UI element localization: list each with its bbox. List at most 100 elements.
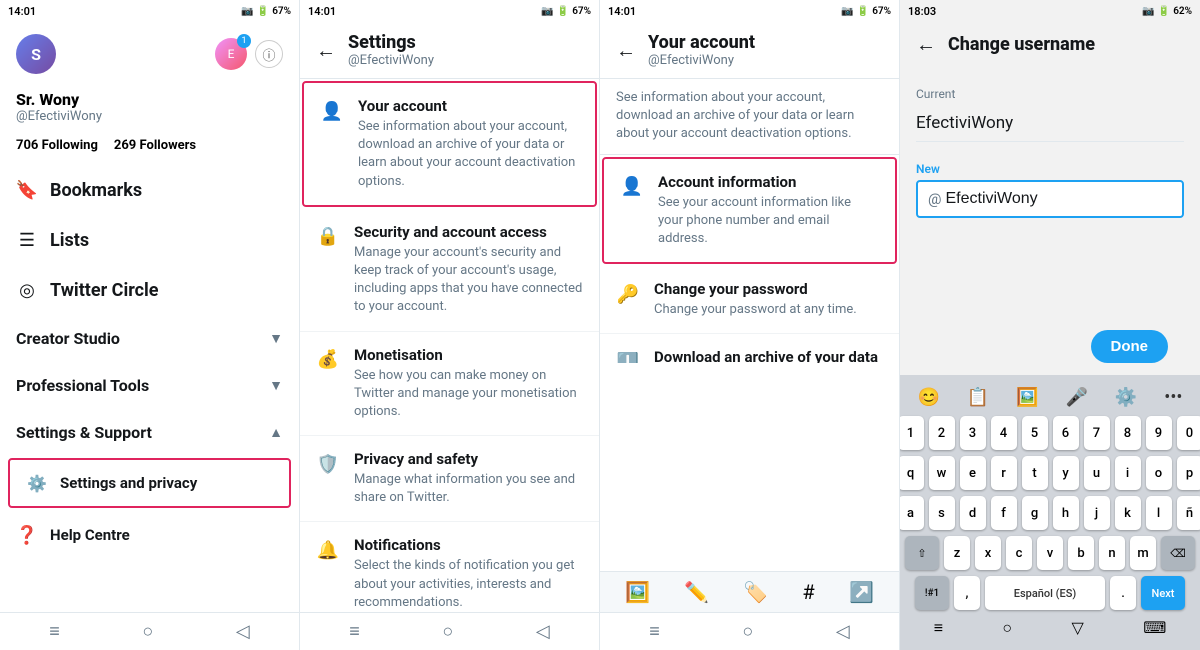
back-icon-2[interactable]: ◁	[536, 621, 550, 642]
key-d[interactable]: d	[960, 496, 986, 530]
space-key[interactable]: Español (ES)	[985, 576, 1105, 610]
sidebar-item-twitter-circle[interactable]: ◎ Twitter Circle	[0, 265, 299, 315]
tag-toolbar-icon[interactable]: 🏷️	[743, 580, 768, 604]
key-r[interactable]: r	[991, 456, 1017, 490]
key-1[interactable]: 1	[900, 416, 924, 450]
key-l[interactable]: l	[1146, 496, 1172, 530]
avatar[interactable]: S	[16, 34, 56, 74]
image-toolbar-icon[interactable]: 🖼️	[625, 580, 650, 604]
sidebar-item-lists[interactable]: ☰ Lists	[0, 215, 299, 265]
account-info-item[interactable]: 👤 Account information See your account i…	[602, 157, 897, 265]
change-password-icon: 🔑	[616, 282, 640, 306]
home-icon-2[interactable]: ○	[442, 621, 453, 642]
info-icon[interactable]: ⓘ	[255, 40, 283, 68]
num-key[interactable]: !#1	[915, 576, 949, 610]
key-z[interactable]: z	[944, 536, 970, 570]
followers-stat[interactable]: 269 Followers	[114, 138, 196, 153]
mic-icon[interactable]: 🎤	[1066, 387, 1088, 408]
key-n[interactable]: n	[1099, 536, 1125, 570]
menu-icon-2[interactable]: ≡	[349, 621, 360, 642]
key-m[interactable]: m	[1130, 536, 1156, 570]
key-0[interactable]: 0	[1177, 416, 1200, 450]
key-k[interactable]: k	[1115, 496, 1141, 530]
sidebar-item-bookmarks[interactable]: 🔖 Bookmarks	[0, 165, 299, 215]
settings-support-section[interactable]: Settings & Support ▲	[0, 409, 299, 456]
more-icon[interactable]: •••	[1164, 387, 1182, 408]
settings-item-your-account[interactable]: 👤 Your account See information about you…	[302, 81, 597, 207]
settings-privacy-item[interactable]: ⚙️ Settings and privacy	[8, 458, 291, 508]
key-t[interactable]: t	[1022, 456, 1048, 490]
following-stat[interactable]: 706 Following	[16, 138, 98, 153]
key-h[interactable]: h	[1053, 496, 1079, 530]
key-b[interactable]: b	[1068, 536, 1094, 570]
home-icon[interactable]: ○	[142, 621, 153, 642]
settings-item-notifications[interactable]: 🔔 Notifications Select the kinds of noti…	[300, 522, 599, 612]
download-archive-item[interactable]: ⬇️ Download an archive of your data Get …	[600, 334, 899, 362]
key-o[interactable]: o	[1146, 456, 1172, 490]
change-password-title: Change your password	[654, 280, 883, 298]
gif-icon[interactable]: 🖼️	[1016, 387, 1038, 408]
shift-key[interactable]: ⇧	[905, 536, 939, 570]
key-c[interactable]: c	[1006, 536, 1032, 570]
key-6[interactable]: 6	[1053, 416, 1079, 450]
key-2[interactable]: 2	[929, 416, 955, 450]
nav-back[interactable]: ▽	[1071, 618, 1083, 638]
menu-icon-3[interactable]: ≡	[649, 621, 660, 642]
key-7[interactable]: 7	[1084, 416, 1110, 450]
key-v[interactable]: v	[1037, 536, 1063, 570]
key-g[interactable]: g	[1022, 496, 1048, 530]
settings-keyboard-icon[interactable]: ⚙️	[1115, 387, 1137, 408]
download-archive-title: Download an archive of your data	[654, 348, 883, 362]
key-e[interactable]: e	[960, 456, 986, 490]
status-icons-4: 📷 🔋 62%	[1142, 6, 1192, 17]
back-button-settings[interactable]: ←	[316, 38, 336, 63]
emoji-icon[interactable]: 😊	[917, 387, 939, 408]
menu-icon[interactable]: ≡	[49, 621, 60, 642]
avatar-small[interactable]: E 1	[215, 38, 247, 70]
new-username-input-wrapper[interactable]: @	[916, 180, 1184, 218]
back-button-change-username[interactable]: ←	[916, 32, 936, 57]
share-toolbar-icon[interactable]: ↗️	[849, 580, 874, 604]
creator-studio-section[interactable]: Creator Studio ▼	[0, 315, 299, 362]
panel-your-account: 14:01 📷 🔋 67% ← Your account @EfectiviWo…	[600, 0, 900, 650]
home-icon-3[interactable]: ○	[742, 621, 753, 642]
key-4[interactable]: 4	[991, 416, 1017, 450]
delete-key[interactable]: ⌫	[1161, 536, 1195, 570]
key-j[interactable]: j	[1084, 496, 1110, 530]
back-icon-3[interactable]: ◁	[836, 621, 850, 642]
key-p[interactable]: p	[1177, 456, 1200, 490]
period-key[interactable]: .	[1110, 576, 1136, 610]
new-username-input[interactable]	[945, 190, 1172, 208]
key-i[interactable]: i	[1115, 456, 1141, 490]
settings-item-privacy[interactable]: 🛡️ Privacy and safety Manage what inform…	[300, 436, 599, 522]
key-w[interactable]: w	[929, 456, 955, 490]
key-8[interactable]: 8	[1115, 416, 1141, 450]
change-password-item[interactable]: 🔑 Change your password Change your passw…	[600, 266, 899, 334]
help-centre-item[interactable]: ❓ Help Centre	[0, 510, 299, 560]
edit-toolbar-icon[interactable]: ✏️	[684, 580, 709, 604]
key-9[interactable]: 9	[1146, 416, 1172, 450]
professional-tools-section[interactable]: Professional Tools ▼	[0, 362, 299, 409]
key-n-tilde[interactable]: ñ	[1177, 496, 1200, 530]
key-u[interactable]: u	[1084, 456, 1110, 490]
next-key[interactable]: Next	[1141, 576, 1185, 610]
settings-item-monetisation[interactable]: 💰 Monetisation See how you can make mone…	[300, 332, 599, 437]
settings-item-security[interactable]: 🔒 Security and account access Manage you…	[300, 209, 599, 332]
key-a[interactable]: a	[900, 496, 924, 530]
nav-home[interactable]: ○	[1002, 618, 1012, 638]
key-q[interactable]: q	[900, 456, 924, 490]
key-5[interactable]: 5	[1022, 416, 1048, 450]
key-y[interactable]: y	[1053, 456, 1079, 490]
key-3[interactable]: 3	[960, 416, 986, 450]
nav-menu[interactable]: ≡	[934, 618, 943, 638]
sticker-icon[interactable]: 📋	[967, 387, 989, 408]
comma-key[interactable]: ,	[954, 576, 980, 610]
back-button-your-account[interactable]: ←	[616, 38, 636, 63]
done-button[interactable]: Done	[1091, 330, 1169, 363]
key-x[interactable]: x	[975, 536, 1001, 570]
key-f[interactable]: f	[991, 496, 1017, 530]
key-s[interactable]: s	[929, 496, 955, 530]
back-icon[interactable]: ◁	[236, 621, 250, 642]
hashtag-toolbar-icon[interactable]: #	[802, 580, 814, 604]
nav-keyboard[interactable]: ⌨	[1143, 618, 1166, 638]
